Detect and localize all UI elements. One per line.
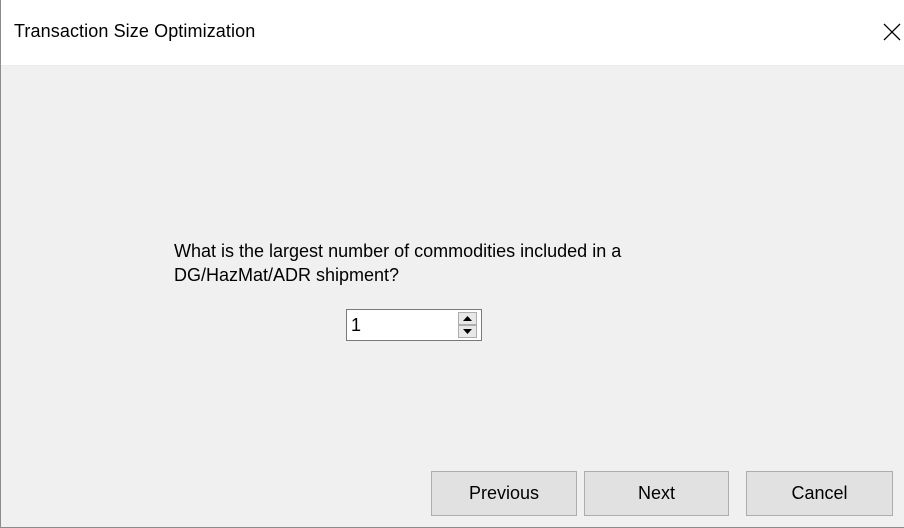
close-button[interactable] <box>881 14 904 50</box>
arrow-down-icon <box>463 329 472 334</box>
previous-button[interactable]: Previous <box>431 471 577 516</box>
window-title: Transaction Size Optimization <box>14 21 256 41</box>
title-bar: Transaction Size Optimization <box>1 0 904 66</box>
close-icon <box>883 23 901 41</box>
commodity-count-input[interactable] <box>351 312 451 338</box>
cancel-button[interactable]: Cancel <box>746 471 893 516</box>
spin-up-button[interactable] <box>458 312 477 325</box>
commodity-count-spinner[interactable] <box>346 309 482 341</box>
dialog-window: Transaction Size Optimization What is th… <box>0 0 904 528</box>
next-button[interactable]: Next <box>584 471 729 516</box>
question-label: What is the largest number of commoditie… <box>174 241 622 285</box>
spin-down-button[interactable] <box>458 325 477 338</box>
arrow-up-icon <box>463 316 472 321</box>
